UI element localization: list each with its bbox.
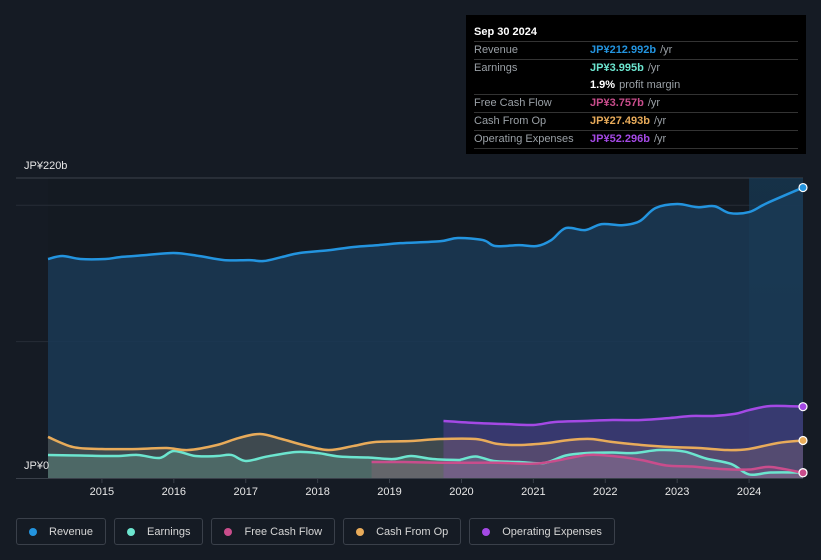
- tooltip-value: 1.9%: [590, 79, 616, 91]
- legend-dot-icon: [482, 527, 491, 536]
- tooltip-value: JP¥3.995b: [590, 62, 644, 74]
- legend-dot-icon: [356, 527, 365, 536]
- tooltip-row: Free Cash Flow JP¥3.757b/yr: [474, 95, 798, 113]
- legend-label: Free Cash Flow: [244, 525, 323, 538]
- x-tick-label: 2020: [449, 486, 473, 498]
- x-tick-label: 2015: [90, 486, 114, 498]
- x-tick-label: 2019: [377, 486, 401, 498]
- legend-item-free-cash-flow[interactable]: Free Cash Flow: [211, 518, 336, 545]
- tooltip-unit: /yr: [653, 133, 667, 145]
- y-axis-top-label: JP¥220b: [24, 160, 68, 172]
- tooltip-value: JP¥212.992b: [590, 44, 657, 56]
- endpoint-operating-expenses: [798, 402, 808, 412]
- x-tick-label: 2023: [665, 486, 689, 498]
- legend-label: Operating Expenses: [502, 525, 602, 538]
- tooltip-date: Sep 30 2024: [474, 23, 798, 42]
- tooltip-row: Cash From Op JP¥27.493b/yr: [474, 113, 798, 131]
- x-tick-label: 2018: [305, 486, 329, 498]
- x-tick-label: 2022: [593, 486, 617, 498]
- tooltip-value: JP¥52.296b: [590, 133, 650, 145]
- tooltip-label: Operating Expenses: [474, 133, 574, 145]
- tooltip-unit: profit margin: [619, 79, 681, 91]
- y-axis-bottom-label: JP¥0: [24, 460, 50, 472]
- legend-item-operating-expenses[interactable]: Operating Expenses: [469, 518, 615, 545]
- x-tick-label: 2024: [737, 486, 761, 498]
- legend-dot-icon: [29, 527, 37, 536]
- tooltip-label: Free Cash Flow: [474, 97, 552, 109]
- tooltip-row: Operating Expenses JP¥52.296b/yr: [474, 131, 798, 149]
- tooltip-label: Cash From Op: [474, 115, 547, 127]
- legend-item-cash-from-op[interactable]: Cash From Op: [343, 518, 462, 545]
- tooltip-value: JP¥3.757b: [590, 97, 644, 109]
- x-tick-label: 2016: [162, 486, 186, 498]
- tooltip-label: Earnings: [474, 62, 518, 74]
- tooltip-label: [474, 77, 590, 94]
- tooltip-row: Earnings JP¥3.995b/yr: [474, 60, 798, 77]
- legend-label: Cash From Op: [376, 525, 449, 538]
- tooltip-unit: /yr: [660, 44, 673, 56]
- legend-dot-icon: [224, 527, 233, 536]
- legend-item-revenue[interactable]: Revenue: [16, 518, 107, 545]
- legend-label: Revenue: [49, 525, 94, 538]
- endpoint-free-cash-flow: [798, 468, 808, 478]
- tooltip-unit: /yr: [647, 62, 661, 74]
- legend-dot-icon: [127, 527, 136, 536]
- tooltip: Sep 30 2024 Revenue JP¥212.992b/yr Earning…: [466, 15, 806, 154]
- tooltip-label: Revenue: [474, 44, 519, 56]
- legend: Revenue Earnings Free Cash Flow Cash From O…: [16, 518, 615, 545]
- tooltip-value: JP¥27.493b: [590, 115, 650, 127]
- x-axis-ticks: 2015 2016 2017 2018 2019 2020 2021 2022 2023 2024: [90, 478, 761, 498]
- tooltip-row: 1.9% profit margin: [474, 77, 798, 95]
- legend-label: Earnings: [147, 525, 191, 538]
- endpoint-revenue: [798, 182, 808, 193]
- tooltip-unit: /yr: [653, 115, 667, 127]
- tooltip-unit: /yr: [647, 97, 661, 109]
- legend-item-earnings[interactable]: Earnings: [114, 518, 204, 545]
- x-tick-label: 2017: [233, 486, 257, 498]
- tooltip-row: Revenue JP¥212.992b/yr: [474, 42, 798, 60]
- endpoint-cash-from-op: [798, 435, 808, 446]
- x-tick-label: 2021: [521, 486, 545, 498]
